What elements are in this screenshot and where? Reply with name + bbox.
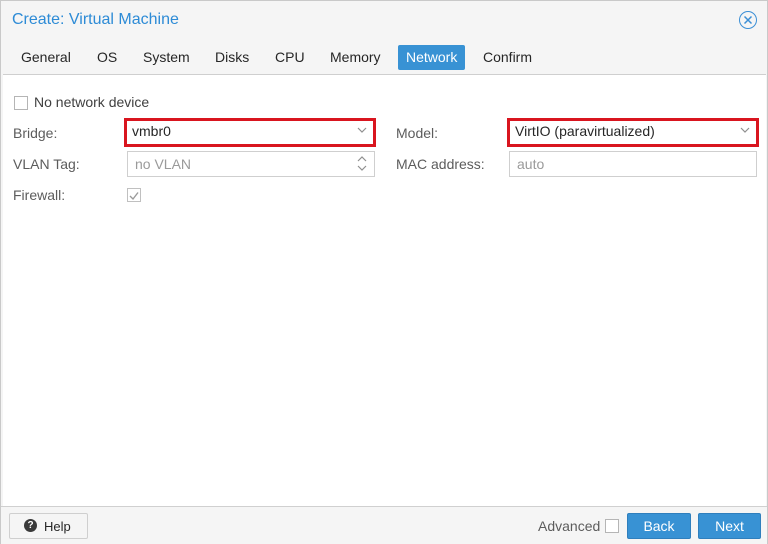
close-icon bbox=[743, 15, 752, 24]
tab-confirm[interactable]: Confirm bbox=[475, 45, 540, 70]
chevron-down-icon bbox=[357, 127, 367, 133]
bridge-label: Bridge: bbox=[13, 125, 58, 141]
mac-address-label: MAC address: bbox=[396, 156, 485, 172]
spinner-arrows-icon[interactable] bbox=[357, 154, 367, 173]
tab-memory[interactable]: Memory bbox=[322, 45, 389, 70]
help-button[interactable]: ? Help bbox=[9, 513, 88, 539]
network-panel: No network device Bridge: vmbr0 Model: V… bbox=[3, 74, 766, 506]
checkmark-icon bbox=[129, 192, 139, 201]
tab-network[interactable]: Network bbox=[398, 45, 466, 70]
dialog-footer: ? Help Advanced Back Next bbox=[1, 506, 767, 544]
question-circle-icon: ? bbox=[24, 519, 37, 532]
help-button-label: Help bbox=[44, 519, 71, 534]
model-select[interactable]: VirtIO (paravirtualized) bbox=[507, 118, 759, 147]
tab-general[interactable]: General bbox=[13, 45, 79, 70]
tab-cpu[interactable]: CPU bbox=[267, 45, 313, 70]
bridge-value: vmbr0 bbox=[132, 123, 171, 139]
dialog-title: Create: Virtual Machine bbox=[12, 11, 179, 28]
advanced-checkbox[interactable] bbox=[605, 519, 619, 533]
mac-address-placeholder: auto bbox=[517, 156, 545, 172]
firewall-label: Firewall: bbox=[13, 187, 66, 203]
wizard-tabs: General OS System Disks CPU Memory Netwo… bbox=[1, 45, 767, 71]
create-vm-dialog: Create: Virtual Machine General OS Syste… bbox=[0, 0, 768, 544]
tab-system[interactable]: System bbox=[135, 45, 198, 70]
model-label: Model: bbox=[396, 125, 439, 141]
chevron-down-icon bbox=[740, 127, 750, 133]
vlan-tag-placeholder: no VLAN bbox=[135, 156, 192, 172]
model-value: VirtIO (paravirtualized) bbox=[515, 123, 655, 139]
no-network-device-label: No network device bbox=[34, 94, 150, 110]
close-button[interactable] bbox=[739, 11, 757, 29]
firewall-checkbox[interactable] bbox=[127, 188, 141, 202]
vlan-tag-input[interactable]: no VLAN bbox=[127, 151, 375, 177]
title-bar: Create: Virtual Machine bbox=[1, 1, 767, 39]
tab-disks[interactable]: Disks bbox=[207, 45, 257, 70]
bridge-select[interactable]: vmbr0 bbox=[124, 118, 376, 147]
advanced-label: Advanced bbox=[538, 518, 601, 534]
vlan-tag-label: VLAN Tag: bbox=[13, 156, 80, 172]
next-button[interactable]: Next bbox=[698, 513, 761, 539]
mac-address-input[interactable]: auto bbox=[509, 151, 757, 177]
no-network-device-checkbox[interactable] bbox=[14, 96, 28, 110]
back-button[interactable]: Back bbox=[627, 513, 691, 539]
tab-os[interactable]: OS bbox=[89, 45, 125, 70]
